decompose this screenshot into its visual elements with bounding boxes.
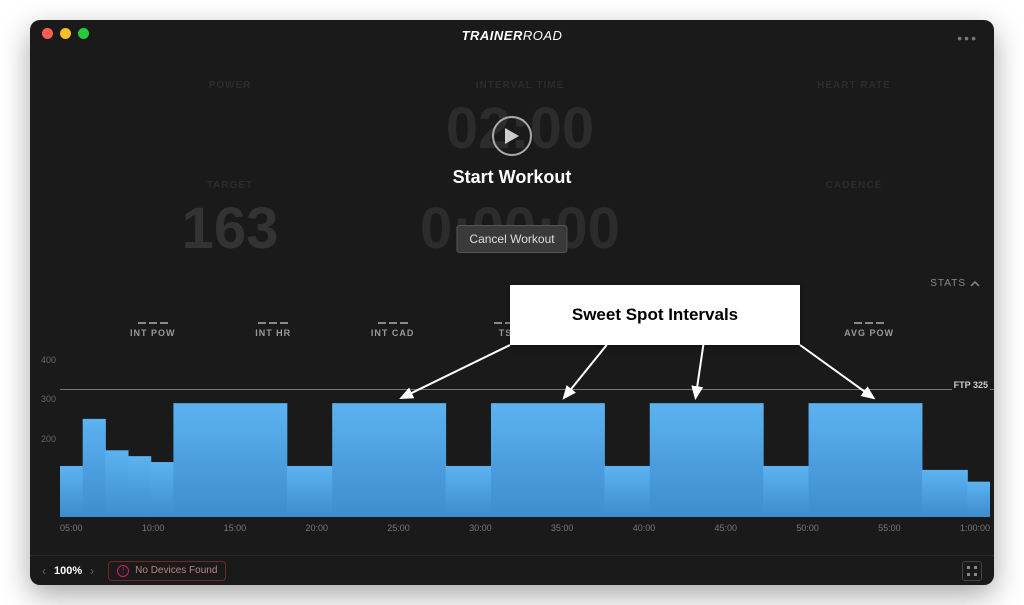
x-tick: 55:00 — [878, 523, 901, 533]
stats-toggle[interactable]: STATS — [930, 278, 980, 289]
zoom-value: 100% — [54, 565, 82, 577]
start-workout-label: Start Workout — [453, 167, 572, 188]
device-status-text: No Devices Found — [135, 565, 217, 576]
minimize-dot[interactable] — [60, 28, 71, 39]
app-logo: TRAINERROAD — [462, 28, 563, 43]
y-axis: 400300200 — [30, 360, 60, 517]
power-bars — [60, 360, 990, 517]
more-menu-icon[interactable]: ••• — [957, 30, 978, 46]
metric-int-pow: INT POW — [130, 322, 176, 338]
metric-int-cad: INT CAD — [371, 322, 415, 338]
device-status[interactable]: ! No Devices Found — [108, 561, 226, 581]
cadence-label: CADENCE — [794, 180, 914, 191]
x-tick: 50:00 — [796, 523, 819, 533]
footer-bar: ‹ 100% › ! No Devices Found — [30, 555, 994, 585]
warning-icon: ! — [117, 565, 129, 577]
fullscreen-button[interactable] — [962, 561, 982, 581]
x-tick: 15:00 — [224, 523, 247, 533]
x-tick: 10:00 — [142, 523, 165, 533]
x-tick: 05:00 — [60, 523, 83, 533]
close-dot[interactable] — [42, 28, 53, 39]
zoom-out-icon[interactable]: ‹ — [42, 564, 46, 578]
x-tick: 40:00 — [633, 523, 656, 533]
zoom-in-icon[interactable]: › — [90, 564, 94, 578]
cancel-workout-button[interactable]: Cancel Workout — [456, 225, 567, 253]
window-traffic-lights — [42, 28, 89, 39]
play-icon — [505, 128, 519, 144]
zoom-control[interactable]: ‹ 100% › — [42, 564, 94, 578]
x-tick: 25:00 — [387, 523, 410, 533]
x-tick: 20:00 — [305, 523, 328, 533]
play-button[interactable] — [492, 116, 532, 156]
metric-int-hr: INT HR — [255, 322, 291, 338]
chevron-up-icon — [970, 281, 980, 287]
zoom-dot[interactable] — [78, 28, 89, 39]
x-tick: 45:00 — [715, 523, 738, 533]
x-tick: 35:00 — [551, 523, 574, 533]
heart-rate-label: HEART RATE — [794, 80, 914, 91]
metric-avg-pow: AVG POW — [844, 322, 894, 338]
expand-icon — [967, 566, 977, 576]
x-tick: 30:00 — [469, 523, 492, 533]
x-axis: 05:00 10:00 15:00 20:00 25:00 30:00 35:00 40:00… — [60, 519, 990, 537]
annotation-callout: Sweet Spot Intervals — [510, 285, 800, 345]
x-tick: 1:00:00 — [960, 523, 990, 533]
target-label: TARGET — [170, 180, 290, 191]
interval-time-label: INTERVAL TIME — [440, 80, 600, 91]
workout-chart[interactable]: 400300200 FTP 325 05:0010:0015:0020:0025… — [60, 360, 994, 537]
target-value: 163 — [150, 195, 310, 262]
power-label: POWER — [170, 80, 290, 91]
